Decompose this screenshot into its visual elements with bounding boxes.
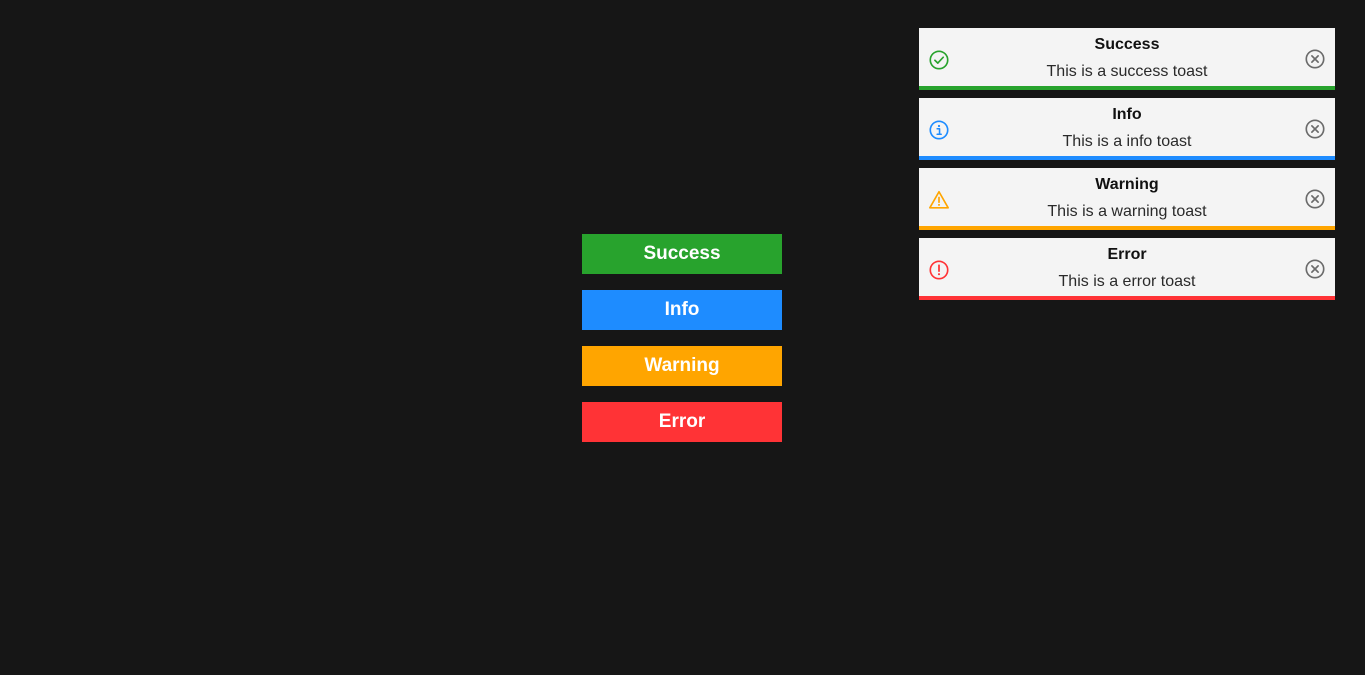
toast-message: This is a warning toast — [1047, 203, 1207, 220]
toast-title: Info — [1112, 106, 1142, 123]
toast-content: Error This is a error toast — [959, 245, 1295, 292]
warning-button[interactable]: Warning — [582, 346, 782, 386]
toast-progress-bar — [919, 156, 1335, 160]
success-button[interactable]: Success — [582, 234, 782, 274]
success-toast: Success This is a success toast — [919, 28, 1335, 90]
warning-triangle-icon — [929, 190, 949, 209]
toast-progress-bar — [919, 86, 1335, 90]
info-button[interactable]: Info — [582, 290, 782, 330]
toast-content: Warning This is a warning toast — [959, 175, 1295, 222]
toast-content: Success This is a success toast — [959, 35, 1295, 82]
info-circle-icon — [929, 120, 949, 140]
toast-content: Info This is a info toast — [959, 105, 1295, 152]
error-button[interactable]: Error — [582, 402, 782, 442]
toast-title: Error — [1107, 246, 1147, 263]
close-icon[interactable] — [1304, 118, 1326, 140]
check-circle-icon — [929, 50, 949, 70]
info-toast: Info This is a info toast — [919, 98, 1335, 160]
error-circle-icon — [929, 260, 949, 280]
close-icon[interactable] — [1304, 258, 1326, 280]
error-toast: Error This is a error toast — [919, 238, 1335, 300]
close-icon[interactable] — [1304, 48, 1326, 70]
toast-message: This is a success toast — [1046, 63, 1208, 80]
toast-progress-bar — [919, 296, 1335, 300]
toast-progress-bar — [919, 226, 1335, 230]
toast-title: Warning — [1095, 176, 1159, 193]
close-icon[interactable] — [1304, 188, 1326, 210]
toast-message: This is a error toast — [1058, 273, 1196, 290]
toast-trigger-buttons: Success Info Warning Error — [582, 234, 782, 458]
toast-title: Success — [1094, 36, 1160, 53]
toast-container: Success This is a success toast Info Thi… — [919, 28, 1335, 308]
warning-toast: Warning This is a warning toast — [919, 168, 1335, 230]
toast-message: This is a info toast — [1062, 133, 1192, 150]
